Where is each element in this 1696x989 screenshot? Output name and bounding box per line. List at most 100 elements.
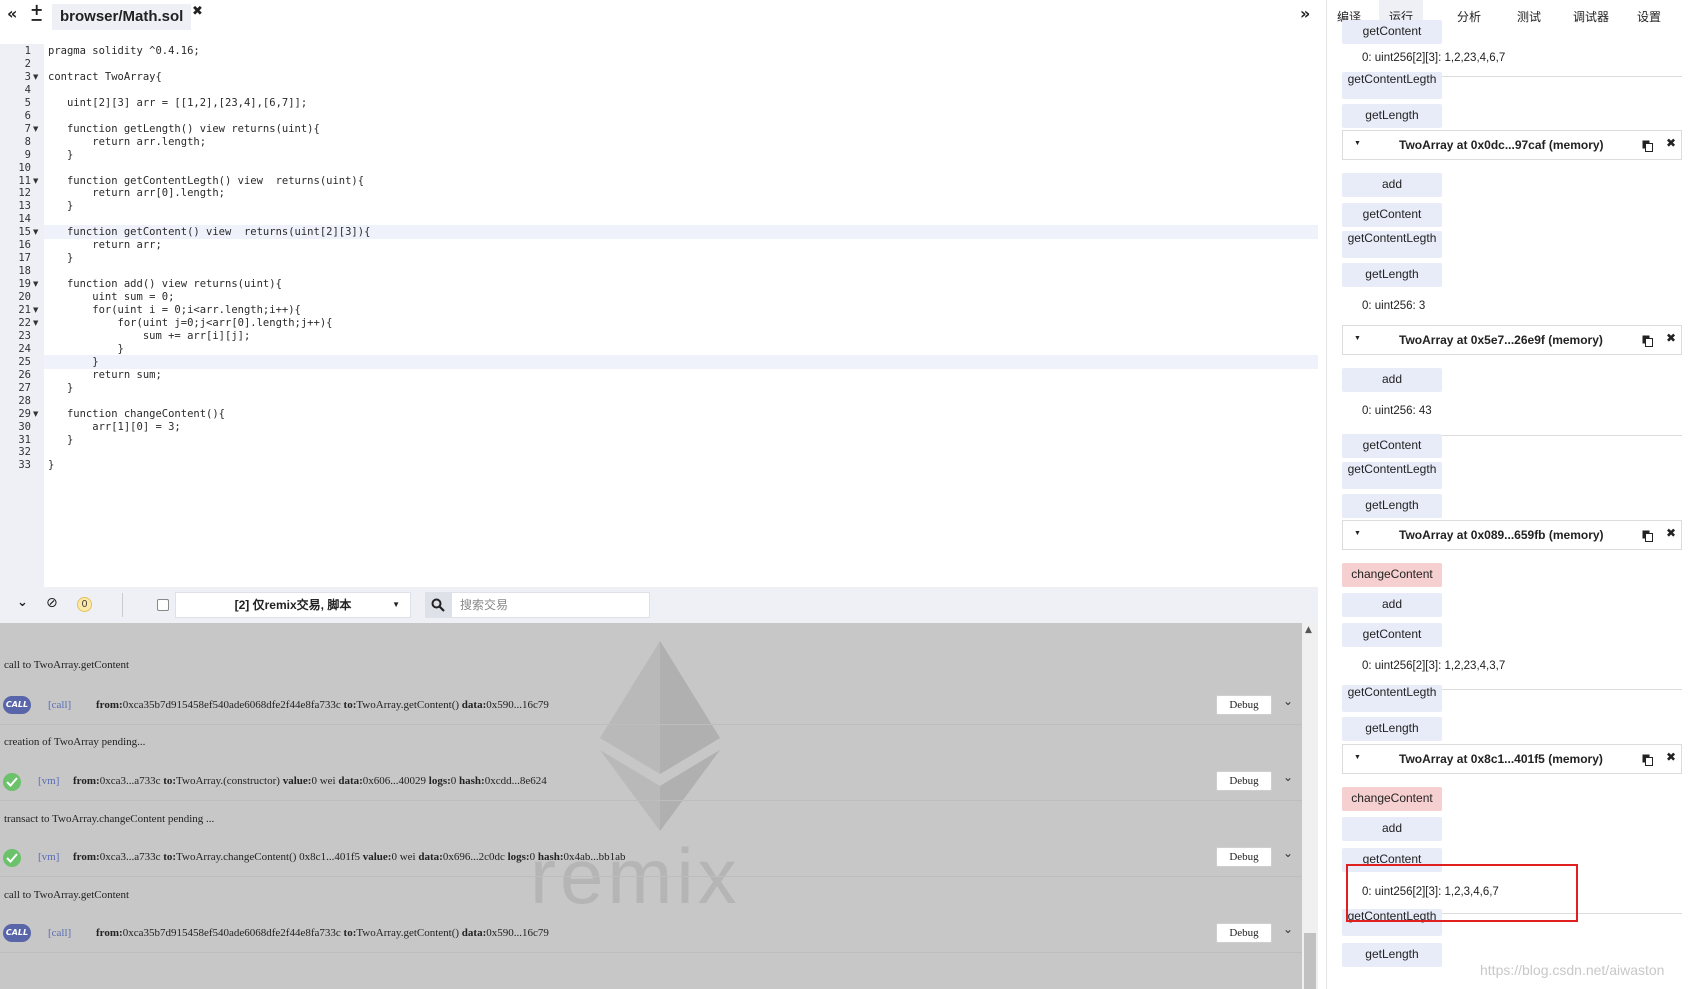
copy-icon[interactable] bbox=[1642, 753, 1654, 766]
function-button-getcontent[interactable]: getContent bbox=[1342, 20, 1442, 44]
fold-toggle-icon[interactable]: ▼ bbox=[33, 122, 38, 136]
copy-icon[interactable] bbox=[1642, 529, 1654, 542]
close-icon[interactable]: ✖ bbox=[1666, 526, 1676, 540]
tx-log-row[interactable]: CALL [call] from:0xca35b7d915458ef540ade60… bbox=[0, 686, 1302, 726]
function-button-add[interactable]: add bbox=[1342, 593, 1442, 617]
function-button-add[interactable]: add bbox=[1342, 368, 1442, 392]
tx-log-row[interactable]: [vm] from:0xca3...a733c to:TwoArray.chang… bbox=[0, 838, 1302, 878]
fold-toggle-icon[interactable]: ▼ bbox=[33, 407, 38, 421]
function-button-getcontentlegth[interactable]: getContentLegth bbox=[1342, 72, 1442, 99]
panel-tab[interactable]: 测试 bbox=[1517, 8, 1541, 25]
contract-instance-header[interactable]: ▼ TwoArray at 0x0dc...97caf (memory) ✖ bbox=[1342, 130, 1682, 160]
fold-toggle-icon[interactable]: ▼ bbox=[33, 174, 38, 188]
function-button-changecontent[interactable]: changeContent bbox=[1342, 563, 1442, 587]
function-button-changecontent[interactable]: changeContent bbox=[1342, 787, 1442, 811]
tx-log-row[interactable]: [vm] from:0xca3...a733c to:TwoArray.(cons… bbox=[0, 762, 1302, 802]
code-line[interactable]: return sum; bbox=[48, 368, 162, 382]
function-button-getlength[interactable]: getLength bbox=[1342, 717, 1442, 741]
code-line[interactable]: for(uint j=0;j<arr[0].length;j++){ bbox=[48, 316, 333, 330]
minimize-terminal-icon[interactable]: ⌄ bbox=[17, 595, 28, 610]
code-editor[interactable]: 1 2 3 ▼ 4 5 6 7 ▼ 8 9 10 11 ▼ 12 13 14 15 ▼ 16 17 18 19 ▼ 20 21 ▼ 2… bbox=[0, 44, 1318, 587]
debug-button[interactable]: Debug bbox=[1216, 771, 1272, 791]
caret-down-icon[interactable]: ▼ bbox=[1354, 140, 1361, 147]
code-line[interactable]: } bbox=[48, 199, 73, 213]
function-button-getcontent[interactable]: getContent bbox=[1342, 203, 1442, 227]
code-line[interactable]: arr[1][0] = 3; bbox=[48, 420, 181, 434]
code-line[interactable]: function getContentLegth() view returns(… bbox=[48, 174, 364, 188]
function-button-getcontentlegth[interactable]: getContentLegth bbox=[1342, 685, 1442, 712]
code-line[interactable]: contract TwoArray{ bbox=[48, 70, 162, 84]
code-line[interactable]: } bbox=[48, 251, 73, 265]
function-button-getcontent[interactable]: getContent bbox=[1342, 434, 1442, 458]
chevron-down-icon[interactable]: ⌄ bbox=[1283, 922, 1293, 936]
search-tx-input[interactable]: 搜索交易 bbox=[451, 592, 650, 618]
fold-toggle-icon[interactable]: ▼ bbox=[33, 303, 38, 317]
function-button-getcontentlegth[interactable]: getContentLegth bbox=[1342, 462, 1442, 489]
chevron-down-icon[interactable]: ⌄ bbox=[1283, 846, 1293, 860]
zoom-out-icon[interactable]: − bbox=[30, 10, 43, 29]
collapse-right-icon[interactable]: » bbox=[1300, 4, 1310, 23]
code-area[interactable]: pragma solidity ^0.4.16; contract TwoArra… bbox=[44, 44, 1318, 587]
code-line[interactable]: return arr; bbox=[48, 238, 162, 252]
debug-button[interactable]: Debug bbox=[1216, 695, 1272, 715]
caret-down-icon[interactable]: ▼ bbox=[1354, 754, 1361, 761]
code-line[interactable]: } bbox=[48, 381, 73, 395]
close-icon[interactable]: ✖ bbox=[1666, 136, 1676, 150]
contract-instance-header[interactable]: ▼ TwoArray at 0x089...659fb (memory) ✖ bbox=[1342, 520, 1682, 550]
panel-tab[interactable]: 设置 bbox=[1637, 8, 1661, 25]
function-button-getcontentlegth[interactable]: getContentLegth bbox=[1342, 231, 1442, 258]
clear-console-icon[interactable]: ⊘ bbox=[46, 595, 58, 611]
function-button-getlength[interactable]: getLength bbox=[1342, 104, 1442, 128]
fold-toggle-icon[interactable]: ▼ bbox=[33, 225, 38, 239]
close-icon[interactable]: ✖ bbox=[1666, 750, 1676, 764]
listen-network-checkbox[interactable] bbox=[157, 599, 169, 611]
collapse-left-icon[interactable]: « bbox=[7, 4, 17, 23]
caret-down-icon[interactable]: ▼ bbox=[1354, 335, 1361, 342]
function-button-getlength[interactable]: getLength bbox=[1342, 263, 1442, 287]
code-line[interactable]: function getContent() view returns(uint[… bbox=[48, 225, 370, 239]
code-line[interactable]: uint sum = 0; bbox=[48, 290, 174, 304]
debug-button[interactable]: Debug bbox=[1216, 923, 1272, 943]
code-line[interactable]: pragma solidity ^0.4.16; bbox=[48, 44, 200, 58]
panel-tab[interactable]: 调试器 bbox=[1573, 8, 1609, 25]
scroll-up-icon[interactable]: ▲ bbox=[1305, 625, 1312, 635]
fold-toggle-icon[interactable]: ▼ bbox=[33, 316, 38, 330]
code-line[interactable]: function changeContent(){ bbox=[48, 407, 225, 421]
search-button[interactable] bbox=[425, 592, 451, 618]
code-line[interactable]: uint[2][3] arr = [[1,2],[23,4],[6,7]]; bbox=[48, 96, 307, 110]
terminal-scrollbar[interactable]: ▲ bbox=[1302, 623, 1318, 989]
function-button-getlength[interactable]: getLength bbox=[1342, 943, 1442, 967]
code-line[interactable]: } bbox=[48, 148, 73, 162]
code-line[interactable]: function add() view returns(uint){ bbox=[48, 277, 282, 291]
code-line[interactable]: return arr.length; bbox=[48, 135, 206, 149]
close-tab-icon[interactable]: ✖ bbox=[192, 4, 203, 19]
chevron-down-icon[interactable]: ⌄ bbox=[1283, 694, 1293, 708]
chevron-down-icon[interactable]: ⌄ bbox=[1283, 770, 1293, 784]
function-button-getlength[interactable]: getLength bbox=[1342, 494, 1442, 518]
code-line[interactable]: function getLength() view returns(uint){ bbox=[48, 122, 320, 136]
scrollbar-thumb[interactable] bbox=[1304, 933, 1316, 989]
file-tab[interactable]: browser/Math.sol bbox=[52, 4, 192, 30]
copy-icon[interactable] bbox=[1642, 139, 1654, 152]
code-line[interactable]: } bbox=[48, 458, 54, 472]
function-button-getcontent[interactable]: getContent bbox=[1342, 623, 1442, 647]
panel-tab[interactable]: 分析 bbox=[1457, 8, 1481, 25]
debug-button[interactable]: Debug bbox=[1216, 847, 1272, 867]
code-line[interactable]: return arr[0].length; bbox=[48, 186, 225, 200]
function-button-add[interactable]: add bbox=[1342, 173, 1442, 197]
code-line[interactable]: for(uint i = 0;i<arr.length;i++){ bbox=[48, 303, 301, 317]
copy-icon[interactable] bbox=[1642, 334, 1654, 347]
function-button-add[interactable]: add bbox=[1342, 817, 1442, 841]
tx-log-row[interactable]: CALL [call] from:0xca35b7d915458ef540ade60… bbox=[0, 914, 1302, 954]
tx-filter-select[interactable]: [2] 仅remix交易, 脚本 ▼ bbox=[175, 592, 411, 618]
code-line[interactable]: } bbox=[48, 355, 98, 369]
fold-toggle-icon[interactable]: ▼ bbox=[33, 70, 38, 84]
code-line[interactable]: } bbox=[48, 433, 73, 447]
code-line[interactable]: sum += arr[i][j]; bbox=[48, 329, 250, 343]
close-icon[interactable]: ✖ bbox=[1666, 331, 1676, 345]
code-line[interactable]: } bbox=[48, 342, 124, 356]
caret-down-icon[interactable]: ▼ bbox=[1354, 530, 1361, 537]
contract-instance-header[interactable]: ▼ TwoArray at 0x5e7...26e9f (memory) ✖ bbox=[1342, 325, 1682, 355]
fold-toggle-icon[interactable]: ▼ bbox=[33, 277, 38, 291]
contract-instance-header[interactable]: ▼ TwoArray at 0x8c1...401f5 (memory) ✖ bbox=[1342, 744, 1682, 774]
